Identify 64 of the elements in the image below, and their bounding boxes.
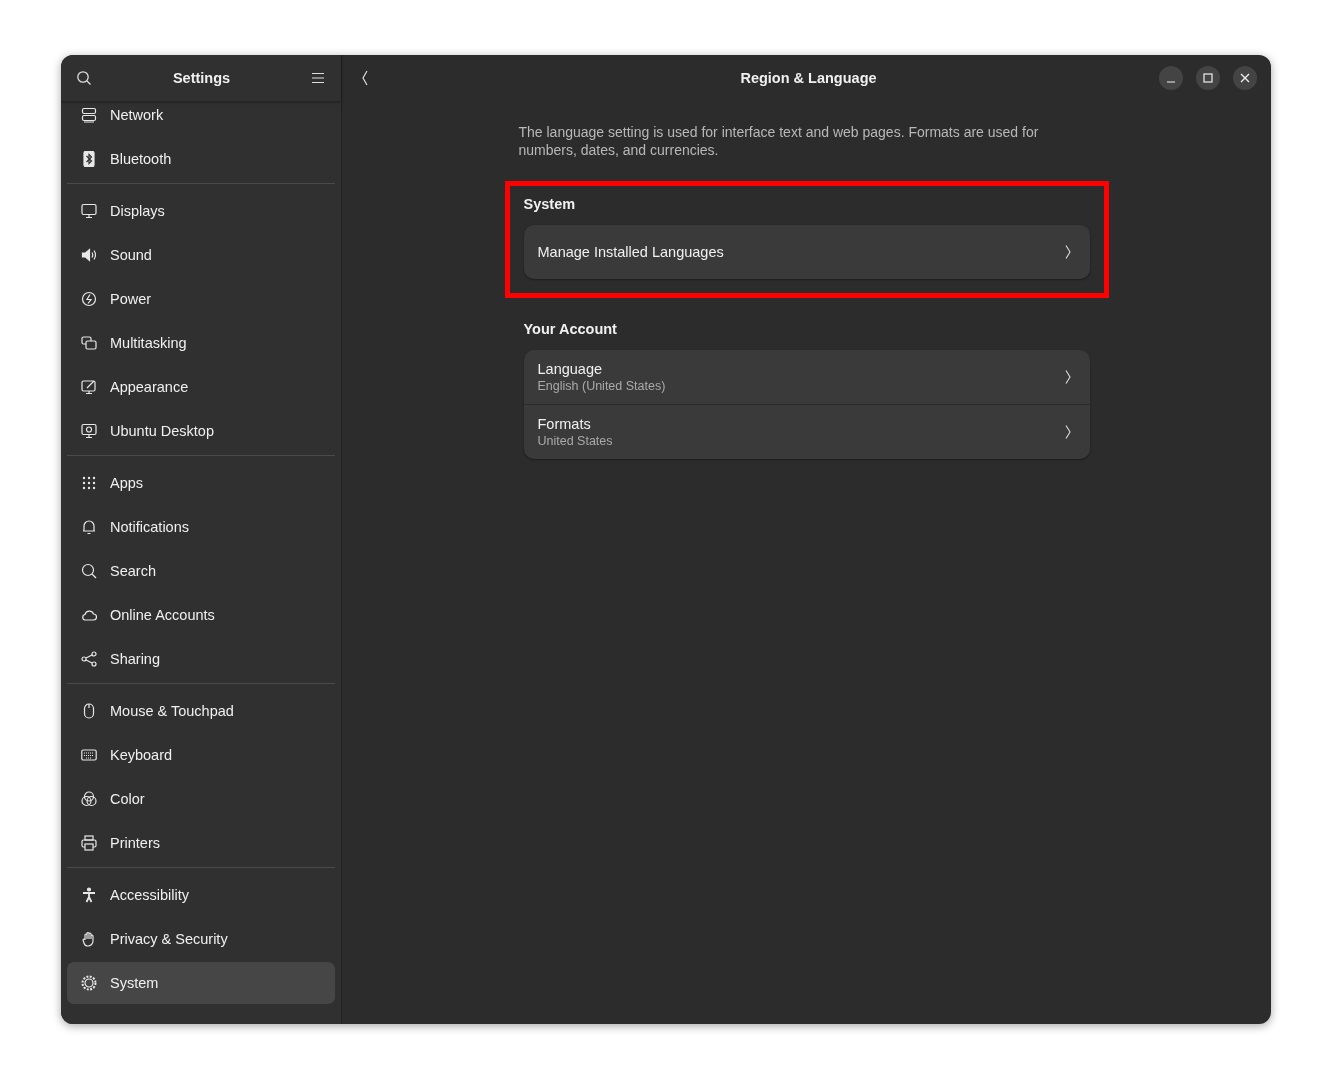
- bluetooth-icon: [81, 151, 97, 167]
- row-subtitle: English (United States): [537, 379, 666, 393]
- page-title: Region & Language: [740, 70, 877, 86]
- appearance-icon: [81, 379, 97, 395]
- network-icon: [81, 107, 97, 123]
- sidebar-item[interactable]: Bluetooth: [67, 138, 335, 180]
- sidebar-item[interactable]: Search: [67, 550, 335, 592]
- color-icon: [81, 791, 97, 807]
- maximize-button[interactable]: [1196, 66, 1220, 90]
- sidebar-item[interactable]: Color: [67, 778, 335, 820]
- row-subtitle: United States: [537, 434, 613, 448]
- sidebar-item[interactable]: Printers: [67, 822, 335, 864]
- close-icon: [1240, 73, 1250, 83]
- sidebar-item[interactable]: Sharing: [67, 638, 335, 680]
- chevron-icon: [1063, 424, 1072, 440]
- section-heading: System: [523, 196, 577, 212]
- sidebar-item[interactable]: Keyboard: [67, 734, 335, 776]
- search-icon[interactable]: [76, 70, 92, 86]
- chevron-icon: [1063, 244, 1072, 260]
- sound-icon: [81, 247, 97, 263]
- share-icon: [81, 651, 97, 667]
- sidebar-item[interactable]: Apps: [67, 462, 335, 504]
- menu-icon[interactable]: [311, 72, 325, 84]
- back-icon[interactable]: [360, 70, 370, 86]
- description-text: The language setting is used for interface text and web pages. Formats are used for numbers, dates, and currencies.: [518, 123, 1040, 159]
- row-title: Language: [537, 361, 603, 377]
- chevron-icon: [1063, 369, 1072, 385]
- sidebar-title: Settings: [172, 70, 231, 86]
- sidebar-item[interactable]: Mouse & Touchpad: [67, 690, 335, 732]
- hand-icon: [81, 931, 97, 947]
- gear-icon: [81, 975, 97, 991]
- sidebar-item[interactable]: Privacy & Security: [67, 918, 335, 960]
- sidebar-item[interactable]: Online Accounts: [67, 594, 335, 636]
- maximize-icon: [1203, 73, 1213, 83]
- accessibility-icon: [81, 887, 97, 903]
- mouse-icon: [81, 703, 97, 719]
- printer-icon: [81, 835, 97, 851]
- sidebar-item[interactable]: Ubuntu Desktop: [67, 410, 335, 452]
- row-title: Manage Installed Languages: [537, 244, 724, 260]
- sidebar-item[interactable]: Displays: [67, 190, 335, 232]
- sidebar-item[interactable]: System: [67, 962, 335, 1004]
- section-heading: Your Account: [523, 321, 618, 337]
- settings-row[interactable]: Language English (United States): [523, 350, 1090, 404]
- apps-icon: [81, 475, 97, 491]
- multitasking-icon: [81, 335, 97, 351]
- sidebar-item[interactable]: Accessibility: [67, 874, 335, 916]
- sidebar-item[interactable]: Appearance: [67, 366, 335, 408]
- display-icon: [81, 203, 97, 219]
- power-icon: [81, 291, 97, 307]
- bell-icon: [81, 519, 97, 535]
- search-icon: [81, 563, 97, 579]
- close-button[interactable]: [1233, 66, 1257, 90]
- settings-row[interactable]: Manage Installed Languages: [523, 225, 1090, 279]
- settings-row[interactable]: Formats United States: [523, 404, 1090, 459]
- sidebar-item[interactable]: Multitasking: [67, 322, 335, 364]
- minimize-icon: [1167, 80, 1175, 83]
- minimize-button[interactable]: [1159, 66, 1183, 90]
- sidebar-item[interactable]: Notifications: [67, 506, 335, 548]
- sidebar-item[interactable]: Power: [67, 278, 335, 320]
- row-title: Formats: [537, 416, 592, 432]
- keyboard-icon: [81, 747, 97, 763]
- sidebar-item[interactable]: Sound: [67, 234, 335, 276]
- desktop-icon: [81, 423, 97, 439]
- sidebar-item[interactable]: Network: [67, 94, 335, 136]
